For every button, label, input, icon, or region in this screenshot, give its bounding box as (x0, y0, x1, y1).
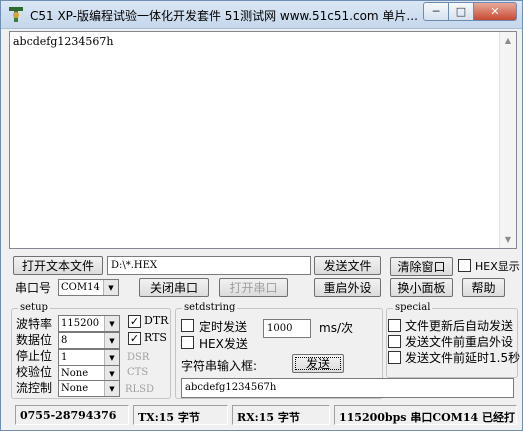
chevron-down-icon[interactable]: ▼ (104, 350, 119, 365)
restart-before-send-label: 发送文件前重启外设 (405, 335, 514, 349)
close-port-button[interactable]: 关闭串口 (139, 278, 209, 297)
flow-value: None (61, 383, 89, 394)
chevron-down-icon[interactable]: ▼ (103, 280, 118, 295)
auto-send-on-update-checkbox[interactable] (388, 319, 401, 332)
interval-unit: ms/次 (319, 321, 353, 335)
hex-send-checkbox[interactable] (181, 336, 194, 349)
open-port-button[interactable]: 打开串口 (219, 278, 288, 297)
dtr-checkbox[interactable]: ✓ (128, 315, 141, 328)
status-tx: TX:15 字节 (133, 405, 228, 425)
hex-display-label: HEX显示 (475, 260, 520, 273)
chevron-down-icon[interactable]: ▼ (104, 316, 119, 331)
chevron-down-icon[interactable]: ▼ (104, 381, 119, 396)
baud-select[interactable]: 115200 ▼ (58, 315, 120, 332)
flow-label: 流控制 (16, 381, 53, 395)
baud-label: 波特率 (16, 317, 53, 331)
stopbits-select[interactable]: 1 ▼ (58, 349, 120, 366)
flow-select[interactable]: None ▼ (58, 380, 120, 397)
hex-display-checkbox[interactable] (458, 259, 471, 272)
main-window: C51 XP-版编程试验一体化开发套件 51测试网 www.51c51.com … (0, 0, 523, 431)
help-button[interactable]: 帮助 (462, 278, 505, 297)
status-bar: 0755-28794376 TX:15 字节 RX:15 字节 115200bp… (7, 405, 518, 425)
status-rx: RX:15 字节 (232, 405, 330, 425)
timed-send-checkbox[interactable] (181, 319, 194, 332)
close-button[interactable]: ✕ (474, 2, 517, 21)
rts-label: RTS (144, 331, 167, 344)
dtr-label: DTR (144, 314, 169, 327)
send-text-input[interactable]: abcdefg1234567h (181, 378, 514, 398)
title-bar: C51 XP-版编程试验一体化开发套件 51测试网 www.51c51.com … (1, 1, 522, 29)
databits-label: 数据位 (16, 333, 53, 347)
maximize-button[interactable]: □ (449, 2, 474, 21)
databits-select[interactable]: 8 ▼ (58, 332, 120, 349)
timed-send-label: 定时发送 (199, 320, 248, 334)
minimize-button[interactable]: ─ (423, 2, 449, 21)
receive-textarea[interactable]: abcdefg1234567h ▲ ▼ (9, 31, 517, 249)
setdstring-title: setdstring (182, 302, 238, 313)
baud-value: 115200 (61, 318, 100, 329)
file-path-field[interactable]: D:\*.HEX (107, 256, 311, 275)
string-input-label: 字符串输入框: (181, 359, 258, 373)
chevron-down-icon[interactable]: ▼ (104, 366, 119, 381)
vertical-scrollbar[interactable]: ▲ ▼ (499, 32, 516, 248)
chevron-down-icon[interactable]: ▼ (104, 333, 119, 348)
stopbits-value: 1 (61, 352, 68, 363)
status-port: 115200bps 串口COM14 已经打 (334, 405, 517, 425)
scroll-down-icon[interactable]: ▼ (500, 231, 516, 248)
window-controls: ─ □ ✕ (423, 2, 517, 21)
databits-value: 8 (61, 335, 68, 346)
receive-text: abcdefg1234567h (13, 35, 114, 48)
port-select[interactable]: COM14 ▼ (58, 279, 119, 296)
hex-send-label: HEX发送 (199, 337, 248, 351)
rts-checkbox[interactable]: ✓ (128, 332, 141, 345)
restart-device-button[interactable]: 重启外设 (314, 278, 381, 297)
delay-before-send-label: 发送文件前延时1.5秒 (405, 351, 521, 365)
switch-panel-button[interactable]: 换小面板 (390, 278, 453, 297)
interval-input[interactable]: 1000 (263, 319, 311, 338)
app-icon (9, 7, 23, 22)
port-value: COM14 (61, 282, 100, 293)
restart-before-send-checkbox[interactable] (388, 335, 401, 348)
cts-indicator: CTS (127, 367, 149, 378)
send-file-button[interactable]: 发送文件 (314, 256, 381, 275)
rlsd-indicator: RLSD (125, 384, 155, 395)
parity-value: None (61, 368, 89, 379)
setup-title: setup (18, 302, 50, 313)
scroll-up-icon[interactable]: ▲ (500, 32, 516, 49)
dsr-indicator: DSR (127, 352, 150, 363)
status-phone: 0755-28794376 (15, 405, 129, 425)
send-button[interactable]: 发送 (292, 354, 344, 373)
window-title: C51 XP-版编程试验一体化开发套件 51测试网 www.51c51.com … (30, 9, 418, 23)
parity-label: 校验位 (16, 365, 53, 379)
delay-before-send-checkbox[interactable] (388, 351, 401, 364)
clear-window-button[interactable]: 清除窗口 (390, 257, 453, 276)
special-title: special (393, 302, 433, 313)
stopbits-label: 停止位 (16, 349, 53, 363)
port-label: 串口号 (15, 281, 52, 295)
auto-send-on-update-label: 文件更新后自动发送 (405, 319, 514, 333)
open-file-button[interactable]: 打开文本文件 (13, 256, 103, 275)
